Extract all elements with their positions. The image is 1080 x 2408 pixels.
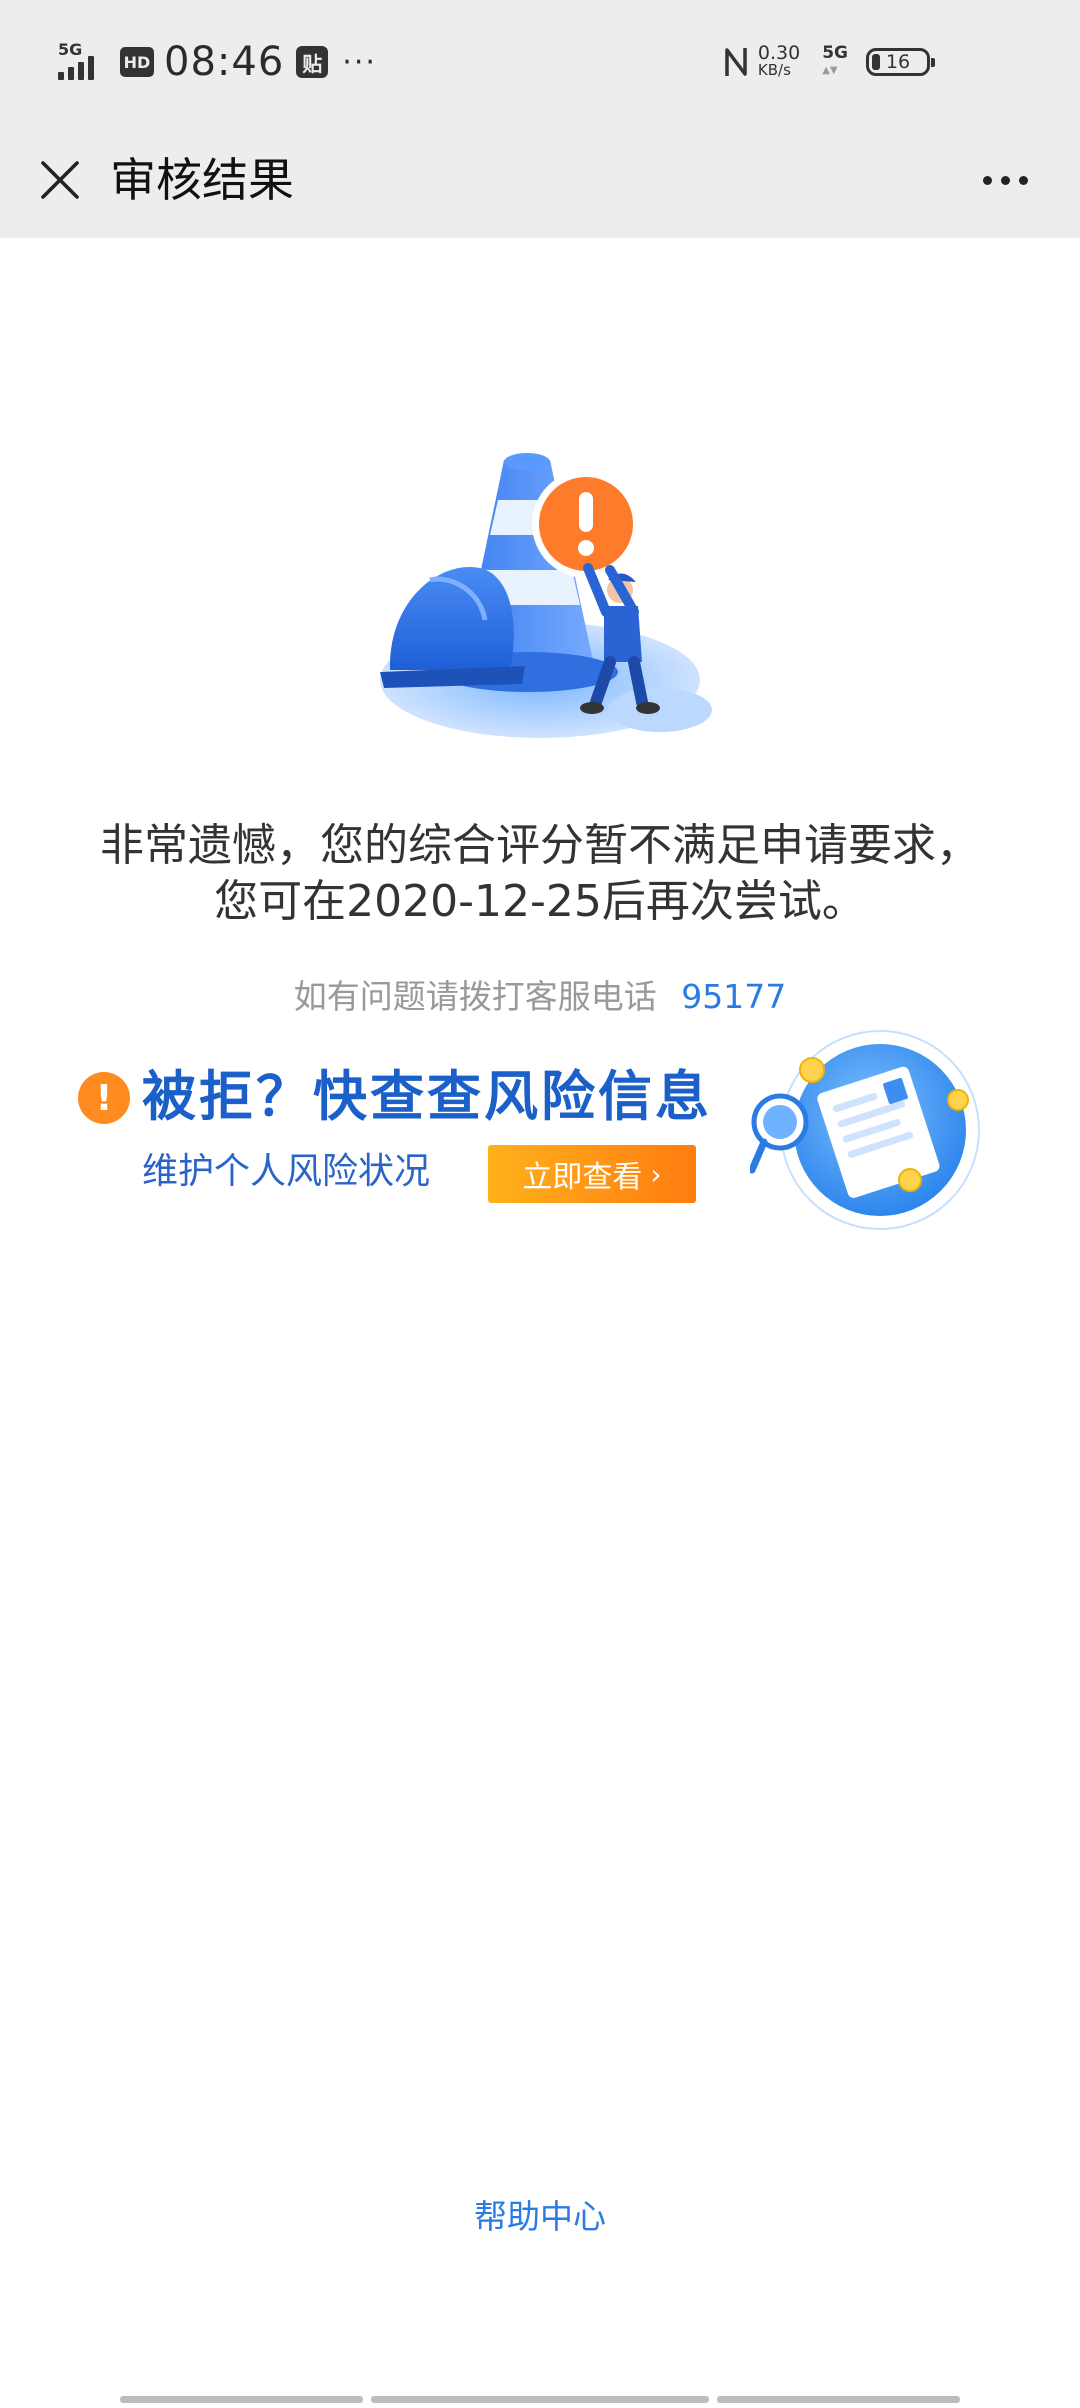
gesture-bar[interactable] — [120, 2396, 961, 2403]
battery-icon: 16 — [866, 48, 935, 76]
more-dot-icon — [1018, 175, 1028, 185]
status-more-icon: ··· — [342, 44, 377, 80]
close-button[interactable] — [30, 150, 90, 210]
chevron-right-icon: › — [650, 1157, 662, 1191]
speed-value: 0.30 — [757, 42, 801, 64]
result-message: 非常遗憾，您的综合评分暂不满足申请要求，您可在2020-12-25后再次尝试。 — [100, 820, 980, 927]
network-tag: 5G — [58, 40, 83, 59]
more-options-button[interactable] — [970, 152, 1040, 208]
hotline: 如有问题请拨打客服电话 95177 — [0, 970, 1080, 1018]
nav-bar: 审核结果 — [0, 122, 1080, 238]
page: 5G HD 08:46 贴 ··· 0.30 KB/s 5G ▲▼ 16 审核结… — [0, 0, 1080, 2408]
status-time: 08:46 — [164, 39, 285, 85]
speed-unit: KB/s — [757, 61, 791, 79]
signal-icon: 5G — [58, 40, 106, 84]
rejection-illustration — [380, 453, 712, 738]
help-center-link[interactable]: 帮助中心 — [0, 2190, 1080, 2238]
network-5g-label: 5G — [822, 43, 848, 63]
warning-icon: ! — [78, 1072, 130, 1124]
status-left: 5G HD 08:46 贴 ··· — [58, 34, 377, 90]
view-now-label: 立即查看 — [522, 1160, 643, 1195]
status-bar: 5G HD 08:46 贴 ··· 0.30 KB/s 5G ▲▼ 16 — [0, 0, 1080, 122]
view-now-button[interactable]: 立即查看 › — [488, 1145, 696, 1203]
more-dot-icon — [1000, 175, 1010, 185]
risk-report-icon — [750, 1030, 980, 1230]
banner-title: 被拒？快查查风险信息 — [142, 1065, 712, 1128]
battery-level: 16 — [885, 51, 911, 73]
hd-badge: HD — [120, 47, 154, 77]
close-icon — [41, 161, 79, 199]
banner-subtitle: 维护个人风险状况 — [142, 1151, 431, 1192]
hotline-number-link[interactable]: 95177 — [681, 977, 786, 1016]
nfc-icon — [725, 48, 747, 76]
risk-check-banner[interactable]: ! 被拒？快查查风险信息 维护个人风险状况 立即查看 › — [70, 1030, 1000, 1240]
more-dot-icon — [982, 175, 992, 185]
network-speed: 0.30 KB/s — [757, 42, 801, 79]
page-title: 审核结果 — [110, 153, 294, 207]
status-right: 0.30 KB/s 5G ▲▼ 16 — [724, 38, 935, 86]
hotline-label: 如有问题请拨打客服电话 — [293, 977, 657, 1016]
notification-tie-icon: 贴 — [296, 46, 329, 78]
network-5g-icon: 5G ▲▼ — [822, 43, 848, 76]
